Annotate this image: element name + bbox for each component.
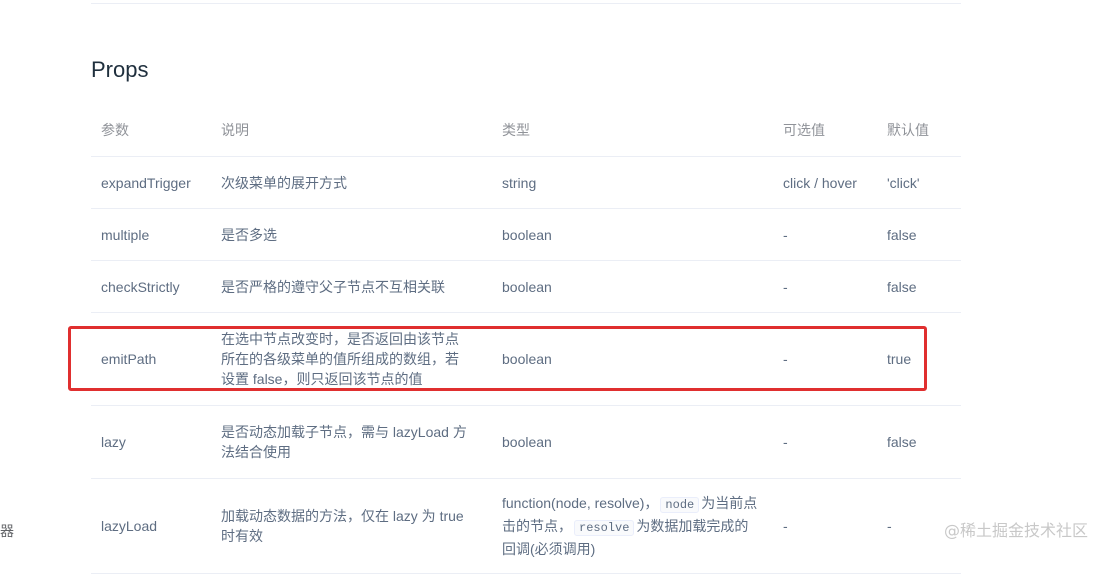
- cell-options: -: [773, 312, 877, 406]
- cell-param: checkStrictly: [91, 260, 211, 313]
- type-line: function(node, resolve)， node 为当前点: [502, 493, 763, 516]
- desc-line: 加载动态数据的方法，仅在 lazy 为 true: [221, 508, 464, 524]
- cell-default: false: [877, 405, 961, 479]
- inline-code: node: [660, 496, 700, 513]
- cell-param: emitPath: [91, 312, 211, 406]
- cell-default: true: [877, 312, 961, 406]
- cell-param: multiple: [91, 208, 211, 261]
- cell-type: boolean: [492, 260, 773, 313]
- cell-type: function(node, resolve)， node 为当前点 击的节点， re…: [492, 478, 773, 574]
- desc-line: 在选中节点改变时，是否返回由该节点: [221, 331, 459, 347]
- type-text: 击的节点，: [502, 517, 572, 534]
- table-row: emitPath 在选中节点改变时，是否返回由该节点 所在的各级菜单的值所组成的…: [91, 312, 961, 406]
- cell-type: boolean: [492, 312, 773, 406]
- cell-param: lazyLoad: [91, 478, 211, 574]
- desc-line: 时有效: [221, 528, 263, 544]
- desc-line: 法结合使用: [221, 444, 291, 460]
- cell-type: boolean: [492, 405, 773, 479]
- cell-default: false: [877, 260, 961, 313]
- cell-options: -: [773, 478, 877, 574]
- cell-desc: 是否严格的遵守父子节点不互相关联: [211, 260, 492, 313]
- table-row: expandTrigger 次级菜单的展开方式 string click / h…: [91, 156, 961, 209]
- inline-code: resolve: [574, 519, 635, 536]
- watermark: @稀土掘金技术社区: [943, 521, 1088, 540]
- type-text: function(node, resolve)，: [502, 494, 659, 511]
- table-row: lazyLoad 加载动态数据的方法，仅在 lazy 为 true 时有效 fu…: [91, 478, 961, 574]
- table-row: checkStrictly 是否严格的遵守父子节点不互相关联 boolean -…: [91, 260, 961, 313]
- desc-line: 设置 false，则只返回该节点的值: [221, 371, 423, 387]
- cell-desc: 加载动态数据的方法，仅在 lazy 为 true 时有效: [211, 478, 492, 574]
- table-row: lazy 是否动态加载子节点，需与 lazyLoad 方 法结合使用 boole…: [91, 405, 961, 479]
- type-text: 为数据加载完成的: [636, 517, 749, 534]
- section-title: Props: [91, 57, 149, 82]
- header-desc: 说明: [211, 104, 492, 157]
- top-divider: [91, 3, 961, 4]
- header-type: 类型: [492, 104, 773, 157]
- cell-default: false: [877, 208, 961, 261]
- cell-options: click / hover: [773, 156, 877, 209]
- cell-desc: 在选中节点改变时，是否返回由该节点 所在的各级菜单的值所组成的数组，若 设置 f…: [211, 312, 492, 406]
- table-row: multiple 是否多选 boolean - false: [91, 208, 961, 261]
- cell-param: lazy: [91, 405, 211, 479]
- cell-type: string: [492, 156, 773, 209]
- cell-desc: 是否动态加载子节点，需与 lazyLoad 方 法结合使用: [211, 405, 492, 479]
- cell-options: -: [773, 208, 877, 261]
- props-table: 参数 说明 类型 可选值 默认值 expandTrigger 次级菜单的展开方式…: [91, 104, 961, 574]
- header-default: 默认值: [877, 104, 961, 157]
- cell-options: -: [773, 405, 877, 479]
- cell-desc: 是否多选: [211, 208, 492, 261]
- cell-desc: 次级菜单的展开方式: [211, 156, 492, 209]
- cell-default: 'click': [877, 156, 961, 209]
- type-line: 回调(必须调用): [502, 540, 596, 557]
- header-options: 可选值: [773, 104, 877, 157]
- desc-line: 所在的各级菜单的值所组成的数组，若: [221, 351, 459, 367]
- cell-type: boolean: [492, 208, 773, 261]
- table-header-row: 参数 说明 类型 可选值 默认值: [91, 104, 961, 157]
- desc-line: 是否动态加载子节点，需与 lazyLoad 方: [221, 424, 467, 440]
- cell-options: -: [773, 260, 877, 313]
- clipped-sidebar-text: 器: [0, 523, 14, 539]
- header-param: 参数: [91, 104, 211, 157]
- type-text: 为当前点: [701, 494, 758, 511]
- cell-param: expandTrigger: [91, 156, 211, 209]
- type-line: 击的节点， resolve 为数据加载完成的: [502, 516, 763, 539]
